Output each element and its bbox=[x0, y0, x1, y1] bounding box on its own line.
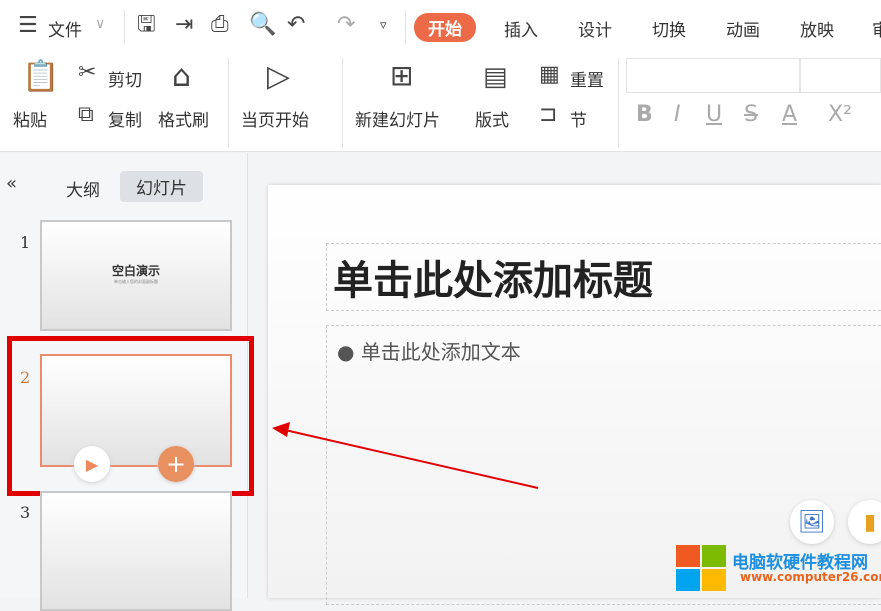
annotation-arrow bbox=[272, 422, 539, 489]
watermark-url: www.computer26.com bbox=[740, 570, 881, 584]
watermark-logo bbox=[676, 545, 728, 591]
